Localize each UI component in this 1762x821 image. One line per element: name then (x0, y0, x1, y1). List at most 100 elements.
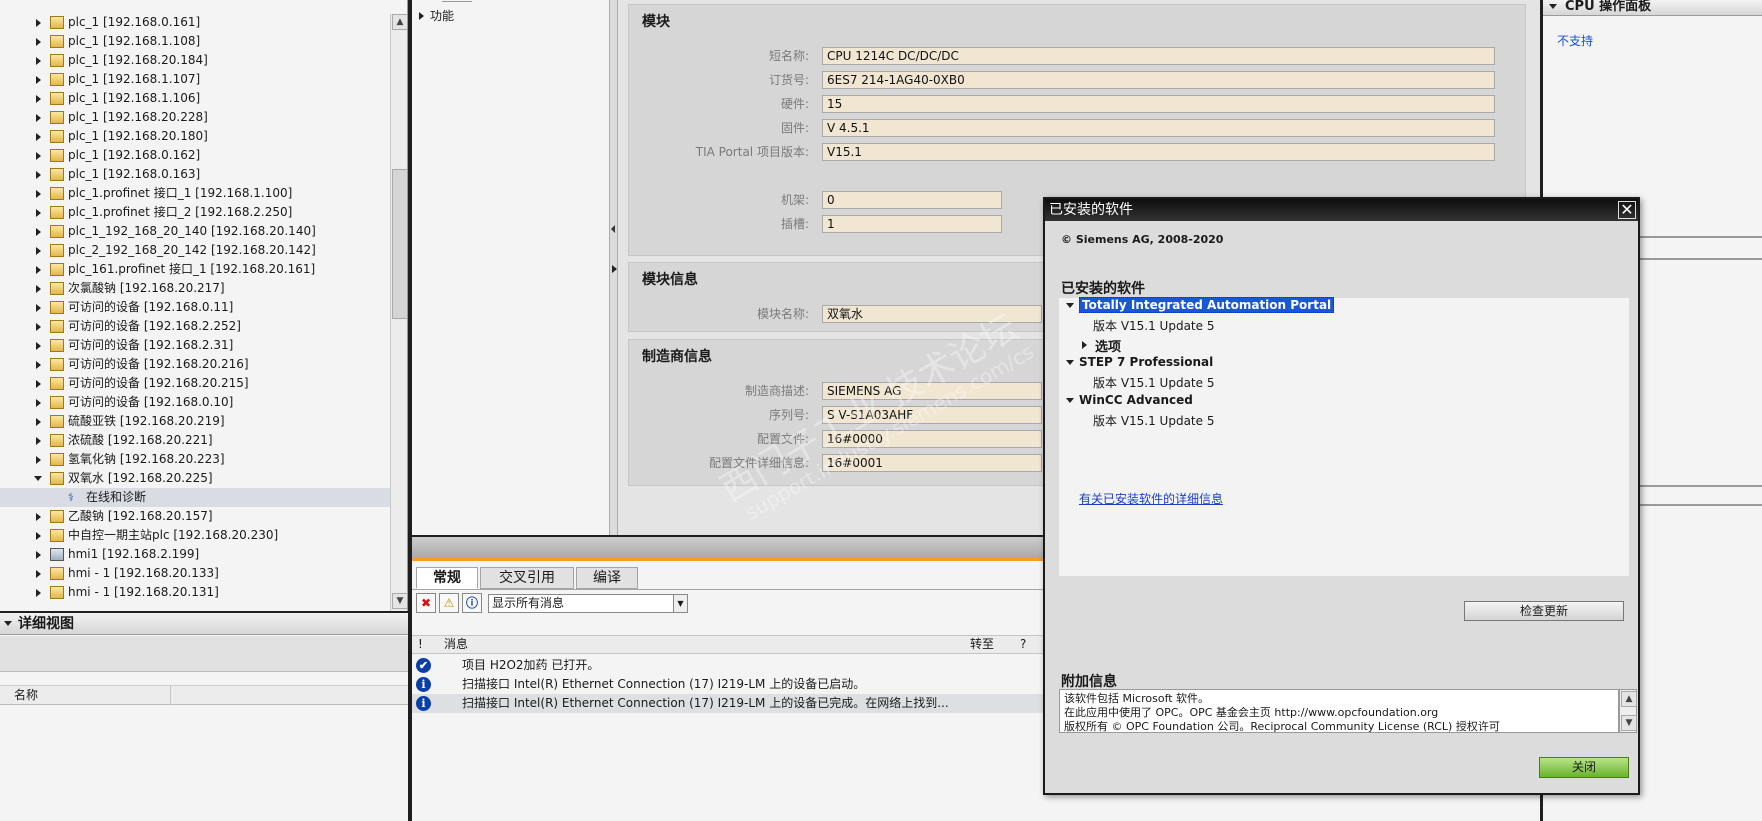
tree-item-device[interactable]: plc_1 [192.168.1.108] (0, 32, 390, 51)
tree-item-device[interactable]: plc_1 [192.168.0.163] (0, 165, 390, 184)
property-field[interactable]: 1 (822, 215, 1002, 233)
property-field[interactable]: 6ES7 214-1AG40-0XB0 (822, 71, 1495, 89)
tree-item-device[interactable]: 浓硫酸 [192.168.20.221] (0, 431, 390, 450)
expand-icon[interactable] (36, 114, 41, 122)
tree-item-device[interactable]: 氢氧化钠 [192.168.20.223] (0, 450, 390, 469)
dialog-titlebar[interactable]: 已安装的软件 ✕ (1045, 199, 1638, 221)
expand-icon[interactable] (36, 228, 41, 236)
expand-icon[interactable] (36, 304, 41, 312)
expand-icon[interactable] (36, 285, 41, 293)
tree-item-device[interactable]: plc_2_192_168_20_142 [192.168.20.142] (0, 241, 390, 260)
tree-item-device[interactable]: plc_161.profinet 接口_1 [192.168.20.161] (0, 260, 390, 279)
tree-item-device[interactable]: plc_1 [192.168.20.180] (0, 127, 390, 146)
close-icon[interactable]: ✕ (1618, 201, 1636, 219)
tree-item-device[interactable]: 双氧水 [192.168.20.225] (0, 469, 390, 488)
expand-icon[interactable] (36, 76, 41, 84)
tree-item-device[interactable]: 硫酸亚铁 [192.168.20.219] (0, 412, 390, 431)
column-name[interactable]: 名称 (14, 688, 38, 702)
collapse-left-icon[interactable] (611, 225, 615, 233)
software-item-wincc[interactable]: WinCC Advanced (1063, 393, 1193, 407)
error-filter-icon[interactable]: ✖ (416, 593, 436, 613)
close-button[interactable]: 关闭 (1539, 757, 1629, 778)
expand-icon[interactable] (36, 513, 41, 521)
col-severity[interactable]: ! (418, 636, 423, 653)
tree-item-device[interactable]: plc_1_192_168_20_140 [192.168.20.140] (0, 222, 390, 241)
expand-icon[interactable] (36, 152, 41, 160)
col-help[interactable]: ? (1020, 636, 1026, 653)
expand-icon[interactable] (36, 437, 41, 445)
col-message[interactable]: 消息 (444, 636, 468, 653)
info-filter-icon[interactable]: ⓘ (462, 593, 482, 613)
expand-icon[interactable] (36, 551, 41, 559)
message-filter-select[interactable]: 显示所有消息 ▼ (488, 594, 688, 613)
collapse-icon[interactable] (1549, 4, 1557, 9)
scroll-down-icon[interactable]: ▼ (392, 593, 407, 609)
scroll-thumb[interactable] (392, 169, 407, 319)
tree-item-device[interactable]: 可访问的设备 [192.168.20.216] (0, 355, 390, 374)
tree-scrollbar[interactable]: ▲ ▼ (390, 14, 407, 611)
expand-icon[interactable] (36, 589, 41, 597)
chevron-down-icon[interactable]: ▼ (673, 595, 687, 612)
expand-icon[interactable] (36, 19, 41, 27)
tree-item-device[interactable]: 可访问的设备 [192.168.20.215] (0, 374, 390, 393)
tree-item-device[interactable]: 次氯酸钠 [192.168.20.217] (0, 279, 390, 298)
nav-splitter[interactable] (610, 0, 618, 535)
property-field[interactable]: V 4.5.1 (822, 119, 1495, 137)
tree-item-device[interactable]: plc_1 [192.168.20.228] (0, 108, 390, 127)
tree-item-device[interactable]: plc_1 [192.168.20.184] (0, 51, 390, 70)
property-field[interactable]: 15 (822, 95, 1495, 113)
collapse-icon[interactable] (34, 476, 42, 481)
collapse-icon[interactable] (4, 621, 12, 626)
tree-item-device[interactable]: plc_1 [192.168.0.162] (0, 146, 390, 165)
tab-general[interactable]: 常规 (416, 567, 478, 589)
expand-icon[interactable] (36, 570, 41, 578)
expand-icon[interactable] (36, 418, 41, 426)
expand-icon[interactable] (36, 399, 41, 407)
expand-icon[interactable] (36, 38, 41, 46)
tab-cross-reference[interactable]: 交叉引用 (480, 567, 574, 589)
col-goto[interactable]: 转至 (970, 636, 994, 653)
property-field[interactable]: 0 (822, 191, 1002, 209)
tree-item-device[interactable]: plc_1 [192.168.1.107] (0, 70, 390, 89)
expand-icon[interactable] (36, 171, 41, 179)
expand-icon[interactable] (36, 456, 41, 464)
tree-item-diagnostics[interactable]: ⚕ 在线和诊断 (0, 488, 390, 507)
expand-icon[interactable] (36, 532, 41, 540)
property-field[interactable]: CPU 1214C DC/DC/DC (822, 47, 1495, 65)
expand-icon[interactable] (419, 12, 424, 20)
warning-filter-icon[interactable]: ⚠ (439, 593, 459, 613)
scroll-down-icon[interactable]: ▼ (1621, 715, 1637, 731)
property-field[interactable]: V15.1 (822, 143, 1495, 161)
tree-item-device[interactable]: 可访问的设备 [192.168.0.10] (0, 393, 390, 412)
tree-item-device[interactable]: 可访问的设备 [192.168.0.11] (0, 298, 390, 317)
nav-item-functions[interactable]: 功能 (416, 7, 454, 25)
scroll-up-icon[interactable]: ▲ (1621, 691, 1637, 707)
tree-item-device[interactable]: plc_1.profinet 接口_1 [192.168.1.100] (0, 184, 390, 203)
expand-icon[interactable] (36, 380, 41, 388)
expand-icon[interactable] (36, 266, 41, 274)
expand-icon[interactable] (36, 209, 41, 217)
software-options[interactable]: 选项 (1079, 336, 1121, 355)
cpu-panel-header[interactable]: CPU 操作面板 (1543, 0, 1762, 16)
tree-item-device[interactable]: 中自控一期主站plc [192.168.20.230] (0, 526, 390, 545)
expand-icon[interactable] (36, 323, 41, 331)
tree-item-device[interactable]: hmi - 1 [192.168.20.133] (0, 564, 390, 583)
scroll-up-icon[interactable]: ▲ (392, 14, 407, 30)
tree-item-device[interactable]: plc_1 [192.168.0.161] (0, 13, 390, 32)
tree-item-device[interactable]: hmi - 1 [192.168.20.131] (0, 583, 390, 602)
software-item-step7[interactable]: STEP 7 Professional (1063, 355, 1213, 369)
detail-view-header[interactable]: 详细视图 (0, 613, 408, 635)
expand-icon[interactable] (36, 247, 41, 255)
expand-icon[interactable] (36, 133, 41, 141)
check-updates-button[interactable]: 检查更新 (1464, 601, 1624, 621)
expand-right-icon[interactable] (612, 265, 617, 273)
software-details-link[interactable]: 有关已安装软件的详细信息 (1079, 490, 1223, 507)
expand-icon[interactable] (36, 95, 41, 103)
expand-icon[interactable] (36, 57, 41, 65)
tree-item-device[interactable]: hmi1 [192.168.2.199] (0, 545, 390, 564)
tree-item-device[interactable]: 可访问的设备 [192.168.2.252] (0, 317, 390, 336)
software-item-tia[interactable]: Totally Integrated Automation Portal (1063, 297, 1335, 313)
expand-icon[interactable] (36, 342, 41, 350)
info-scrollbar[interactable]: ▲ ▼ (1619, 689, 1637, 733)
tree-item-device[interactable]: 可访问的设备 [192.168.2.31] (0, 336, 390, 355)
